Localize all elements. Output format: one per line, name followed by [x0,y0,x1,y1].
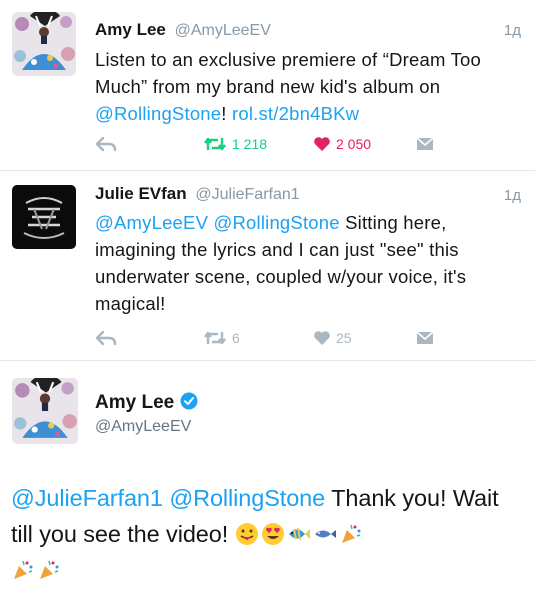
tweet-actions: 1 218 2 050 [95,136,435,158]
focused-author-name[interactable]: Amy Lee [95,392,198,414]
focused-tweet-text: @JulieFarfan1 @RollingStone Thank you! W… [11,480,526,588]
mention-link[interactable]: @RollingStone [169,485,325,511]
tweet-header: Julie EVfan @JulieFarfan1 [95,184,300,204]
tweet-text: @AmyLeeEV @RollingStone Sitting here, im… [95,209,525,317]
like-count: 2 050 [336,136,372,152]
heart-icon [314,137,330,151]
timestamp[interactable]: 1д [504,22,521,39]
like-button[interactable]: 25 [313,330,352,346]
tropical-fish-emoji-icon [288,527,310,541]
retweet-count: 1 218 [232,136,268,152]
avatar[interactable] [12,12,76,76]
mention-link[interactable]: @RollingStone [213,212,339,233]
party-popper-emoji-icon [341,524,361,543]
url-link[interactable]: rol.st/2bn4BKw [232,103,359,124]
reply-button[interactable] [95,330,117,346]
author-name[interactable]: Amy Lee [95,20,166,39]
tweet-actions: 6 25 [95,330,435,352]
envelope-icon [416,137,434,150]
tongue-face-emoji-icon [235,523,258,545]
avatar[interactable] [12,378,78,444]
dm-button[interactable] [415,136,435,152]
author-name[interactable]: Julie EVfan [95,184,187,203]
avatar[interactable] [12,185,76,249]
heart-eyes-emoji-icon [261,523,284,545]
mention-link[interactable]: @RollingStone [95,103,221,124]
focused-author-handle[interactable]: @AmyLeeEV [95,418,191,436]
envelope-icon [416,331,434,344]
tweet-1[interactable]: Amy Lee @AmyLeeEV 1д Listen to an exclus… [0,0,535,170]
reply-button[interactable] [95,136,117,152]
like-button[interactable]: 2 050 [313,136,371,152]
tweet-header: Amy Lee @AmyLeeEV [95,20,271,40]
tweet-text-part: Listen to an exclusive premiere of “Drea… [95,49,482,97]
author-handle[interactable]: @JulieFarfan1 [195,186,299,203]
party-popper-emoji-icon [40,560,59,579]
tweet-text: Listen to an exclusive premiere of “Drea… [95,46,525,127]
party-popper-emoji-icon [14,560,33,579]
retweet-button[interactable]: 1 218 [203,136,267,152]
fish-emoji-icon [314,530,336,538]
reply-icon [95,330,117,346]
verified-badge-icon [180,392,198,410]
retweet-icon [204,331,226,345]
author-handle[interactable]: @AmyLeeEV [175,22,271,39]
retweet-icon [204,137,226,151]
tweet-2[interactable]: Julie EVfan @JulieFarfan1 1д @AmyLeeEV @… [0,171,535,360]
tweet-text-part: ! [221,103,232,124]
like-count: 25 [336,330,352,346]
dm-button[interactable] [415,330,435,346]
author-name[interactable]: Amy Lee [95,392,174,413]
mention-link[interactable]: @AmyLeeEV [95,212,208,233]
heart-icon [314,331,330,345]
timestamp[interactable]: 1д [504,187,521,204]
mention-link[interactable]: @JulieFarfan1 [11,485,163,511]
reply-icon [95,136,117,152]
retweet-count: 6 [232,330,240,346]
retweet-button[interactable]: 6 [203,330,240,346]
